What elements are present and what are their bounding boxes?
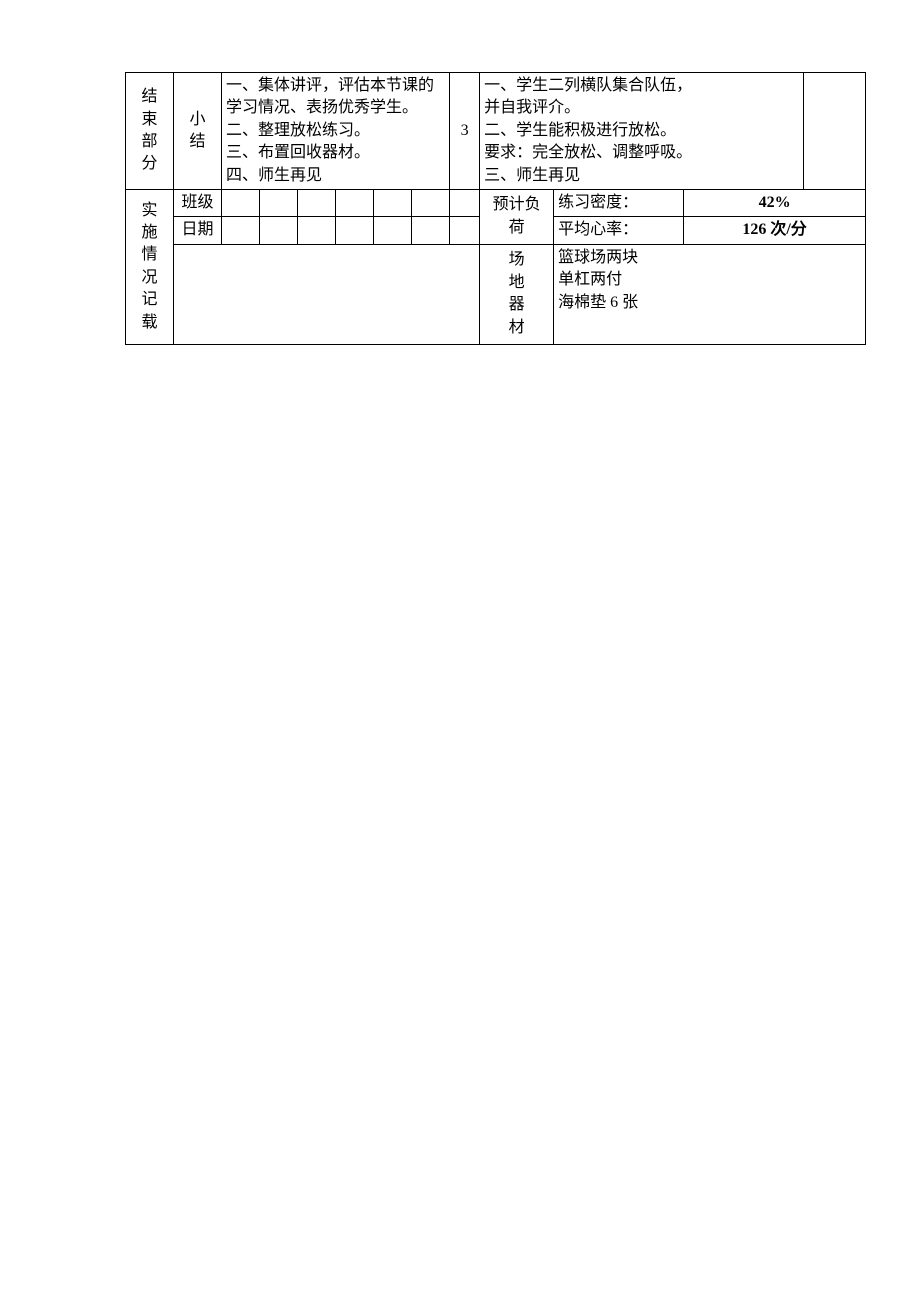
venue-label-text: 场地器材: [509, 251, 525, 335]
section-ending-label: 结束部分: [126, 73, 174, 190]
ending-content-text: 一、集体讲评，评估本节课的学习情况、表扬优秀学生。二、整理放松练习。三、布置回收…: [226, 75, 445, 187]
class-cell-5: [374, 189, 412, 216]
ending-blank: [804, 73, 866, 190]
density-value: 42%: [684, 189, 866, 216]
date-cell-3: [298, 217, 336, 244]
implementation-blank: [174, 244, 480, 344]
date-cell-6: [412, 217, 450, 244]
venue-content-text: 篮球场两块单杠两付海棉垫 6 张: [558, 247, 861, 314]
date-label: 日期: [174, 217, 222, 244]
hr-label: 平均心率：: [554, 217, 684, 244]
date-cell-4: [336, 217, 374, 244]
ending-content: 一、集体讲评，评估本节课的学习情况、表扬优秀学生。二、整理放松练习。三、布置回收…: [222, 73, 450, 190]
lesson-plan-table: 结束部分 小结 一、集体讲评，评估本节课的学习情况、表扬优秀学生。二、整理放松练…: [125, 72, 866, 345]
class-cell-3: [298, 189, 336, 216]
date-cell-7: [450, 217, 480, 244]
page: 结束部分 小结 一、集体讲评，评估本节课的学习情况、表扬优秀学生。二、整理放松练…: [0, 0, 920, 1300]
ending-requirements: 一、学生二列横队集合队伍，并自我评介。二、学生能积极进行放松。要求：完全放松、调…: [480, 73, 804, 190]
class-cell-1: [222, 189, 260, 216]
class-cell-4: [336, 189, 374, 216]
class-cell-7: [450, 189, 480, 216]
venue-label: 场地器材: [480, 244, 554, 344]
hr-value: 126 次/分: [684, 217, 866, 244]
venue-content: 篮球场两块单杠两付海棉垫 6 张: [554, 244, 866, 344]
date-cell-2: [260, 217, 298, 244]
load-label-text: 预计负荷: [493, 196, 541, 235]
ending-time: 3: [450, 73, 480, 190]
load-label: 预计负荷: [480, 189, 554, 244]
date-cell-5: [374, 217, 412, 244]
date-cell-1: [222, 217, 260, 244]
summary-label: 小结: [174, 73, 222, 190]
class-cell-2: [260, 189, 298, 216]
density-label: 练习密度：: [554, 189, 684, 216]
lesson-plan-table-wrap: 结束部分 小结 一、集体讲评，评估本节课的学习情况、表扬优秀学生。二、整理放松练…: [125, 72, 865, 345]
ending-requirements-text: 一、学生二列横队集合队伍，并自我评介。二、学生能积极进行放松。要求：完全放松、调…: [484, 75, 799, 187]
implementation-label: 实施情况记载: [126, 189, 174, 344]
class-cell-6: [412, 189, 450, 216]
class-label: 班级: [174, 189, 222, 216]
